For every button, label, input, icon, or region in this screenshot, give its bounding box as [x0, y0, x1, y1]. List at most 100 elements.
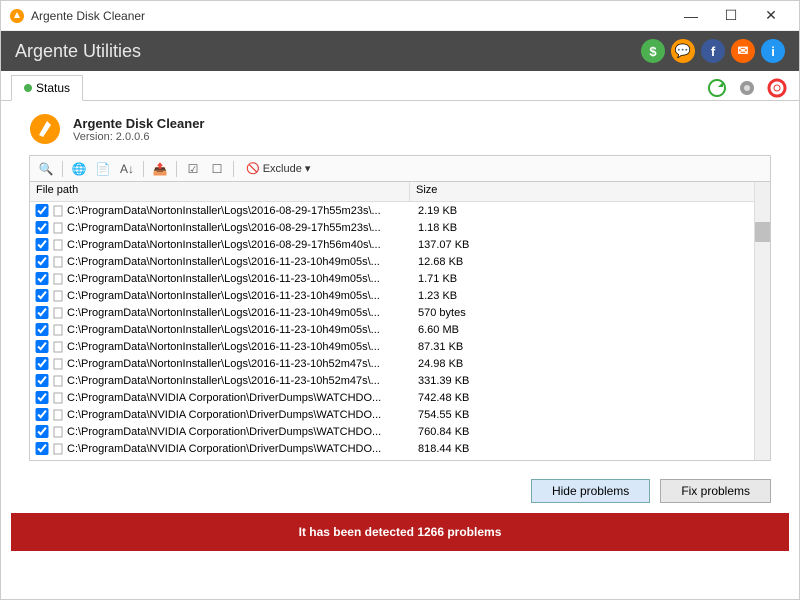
row-path: C:\ProgramData\NortonInstaller\Logs\2016…	[67, 358, 412, 370]
separator	[176, 161, 177, 177]
copy-button[interactable]: 📄	[93, 159, 113, 179]
row-path: C:\ProgramData\NortonInstaller\Logs\2016…	[67, 324, 412, 336]
row-checkbox[interactable]	[35, 391, 49, 404]
row-size: 1.23 KB	[412, 290, 457, 302]
list-toolbar: 🔍 🌐 📄 A↓ 📤 ☑ ☐ 🚫 Exclude ▾	[29, 155, 771, 181]
mail-button[interactable]: ✉	[731, 39, 755, 63]
row-size: 24.98 KB	[412, 358, 463, 370]
header-bar: Argente Utilities $ 💬 f ✉ i	[1, 31, 799, 71]
table-row[interactable]: C:\ProgramData\NVIDIA Corporation\Driver…	[30, 389, 754, 406]
file-icon	[52, 392, 64, 404]
close-button[interactable]: ✕	[751, 2, 791, 30]
row-checkbox[interactable]	[35, 340, 49, 353]
table-row[interactable]: C:\ProgramData\NortonInstaller\Logs\2016…	[30, 219, 754, 236]
row-size: 742.48 KB	[412, 392, 469, 404]
uncheck-all-button[interactable]: ☐	[207, 159, 227, 179]
row-size: 331.39 KB	[412, 375, 469, 387]
row-size: 2.19 KB	[412, 205, 457, 217]
table-row[interactable]: C:\ProgramData\NortonInstaller\Logs\2016…	[30, 253, 754, 270]
table-row[interactable]: C:\ProgramData\NortonInstaller\Logs\2016…	[30, 304, 754, 321]
scrollbar[interactable]	[754, 182, 770, 460]
nav-button[interactable]: 🌐	[69, 159, 89, 179]
row-checkbox[interactable]	[35, 204, 49, 217]
facebook-button[interactable]: f	[701, 39, 725, 63]
row-path: C:\ProgramData\NVIDIA Corporation\Driver…	[67, 426, 412, 438]
refresh-button[interactable]	[705, 76, 729, 100]
row-checkbox[interactable]	[35, 408, 49, 421]
table-row[interactable]: C:\ProgramData\NortonInstaller\Logs\2016…	[30, 270, 754, 287]
row-checkbox[interactable]	[35, 221, 49, 234]
table-row[interactable]: C:\ProgramData\NVIDIA Corporation\Driver…	[30, 406, 754, 423]
row-path: C:\ProgramData\NortonInstaller\Logs\2016…	[67, 290, 412, 302]
table-row[interactable]: C:\ProgramData\NVIDIA Corporation\Driver…	[30, 440, 754, 457]
content-area: Argente Disk Cleaner Version: 2.0.0.6 🔍 …	[1, 101, 799, 469]
table-row[interactable]: C:\ProgramData\NortonInstaller\Logs\2016…	[30, 321, 754, 338]
watermark-text: LO4D.com	[701, 572, 787, 593]
row-checkbox[interactable]	[35, 442, 49, 455]
file-icon	[52, 375, 64, 387]
separator	[143, 161, 144, 177]
list-header: File path Size	[30, 182, 754, 202]
search-icon: 🔍	[39, 162, 54, 176]
check-all-button[interactable]: ☑	[183, 159, 203, 179]
donate-button[interactable]: $	[641, 39, 665, 63]
tabs-row: Status	[1, 71, 799, 101]
help-button[interactable]	[765, 76, 789, 100]
row-checkbox[interactable]	[35, 289, 49, 302]
row-path: C:\ProgramData\NortonInstaller\Logs\2016…	[67, 341, 412, 353]
minimize-button[interactable]: —	[671, 2, 711, 30]
sort-button[interactable]: A↓	[117, 159, 137, 179]
file-icon	[52, 341, 64, 353]
row-checkbox[interactable]	[35, 357, 49, 370]
table-row[interactable]: C:\ProgramData\NortonInstaller\Logs\2016…	[30, 236, 754, 253]
file-icon	[52, 256, 64, 268]
row-checkbox[interactable]	[35, 306, 49, 319]
table-row[interactable]: C:\ProgramData\NortonInstaller\Logs\2016…	[30, 338, 754, 355]
sort-icon: A↓	[120, 162, 134, 176]
tab-label: Status	[36, 81, 70, 95]
row-path: C:\ProgramData\NortonInstaller\Logs\2016…	[67, 273, 412, 285]
table-row[interactable]: C:\ProgramData\NortonInstaller\Logs\2016…	[30, 287, 754, 304]
settings-button[interactable]	[735, 76, 759, 100]
info-button[interactable]: i	[761, 39, 785, 63]
scrollbar-thumb[interactable]	[755, 222, 770, 242]
checkbox-empty-icon: ☐	[212, 162, 223, 176]
row-checkbox[interactable]	[35, 272, 49, 285]
table-row[interactable]: C:\ProgramData\NVIDIA Corporation\Driver…	[30, 423, 754, 440]
refresh-icon	[707, 78, 727, 98]
row-path: C:\ProgramData\NortonInstaller\Logs\2016…	[67, 222, 412, 234]
row-checkbox[interactable]	[35, 238, 49, 251]
table-row[interactable]: C:\ProgramData\NortonInstaller\Logs\2016…	[30, 355, 754, 372]
app-header: Argente Disk Cleaner Version: 2.0.0.6	[29, 113, 771, 145]
maximize-button[interactable]: ☐	[711, 2, 751, 30]
file-icon	[52, 307, 64, 319]
fix-problems-button[interactable]: Fix problems	[660, 479, 771, 503]
status-bar: It has been detected 1266 problems	[11, 513, 789, 551]
row-path: C:\ProgramData\NVIDIA Corporation\Driver…	[67, 409, 412, 421]
globe-icon: 🌐	[72, 162, 87, 176]
row-path: C:\ProgramData\NortonInstaller\Logs\2016…	[67, 205, 412, 217]
column-path[interactable]: File path	[30, 182, 410, 201]
table-row[interactable]: C:\ProgramData\NortonInstaller\Logs\2016…	[30, 202, 754, 219]
row-path: C:\ProgramData\NVIDIA Corporation\Driver…	[67, 392, 412, 404]
row-size: 12.68 KB	[412, 256, 463, 268]
table-row[interactable]: C:\ProgramData\NortonInstaller\Logs\2016…	[30, 372, 754, 389]
row-checkbox[interactable]	[35, 425, 49, 438]
row-checkbox[interactable]	[35, 374, 49, 387]
row-size: 818.44 KB	[412, 443, 469, 455]
row-checkbox[interactable]	[35, 323, 49, 336]
separator	[233, 161, 234, 177]
row-checkbox[interactable]	[35, 255, 49, 268]
watermark-icon: ↓	[679, 574, 697, 592]
file-icon	[52, 205, 64, 217]
hide-problems-button[interactable]: Hide problems	[531, 479, 650, 503]
file-icon	[52, 409, 64, 421]
status-dot-icon	[24, 84, 32, 92]
watermark: ↓ LO4D.com	[679, 572, 787, 593]
tab-status[interactable]: Status	[11, 75, 83, 101]
exclude-dropdown[interactable]: 🚫 Exclude ▾	[240, 160, 316, 177]
chat-button[interactable]: 💬	[671, 39, 695, 63]
column-size[interactable]: Size	[410, 182, 530, 201]
search-button[interactable]: 🔍	[36, 159, 56, 179]
export-button[interactable]: 📤	[150, 159, 170, 179]
